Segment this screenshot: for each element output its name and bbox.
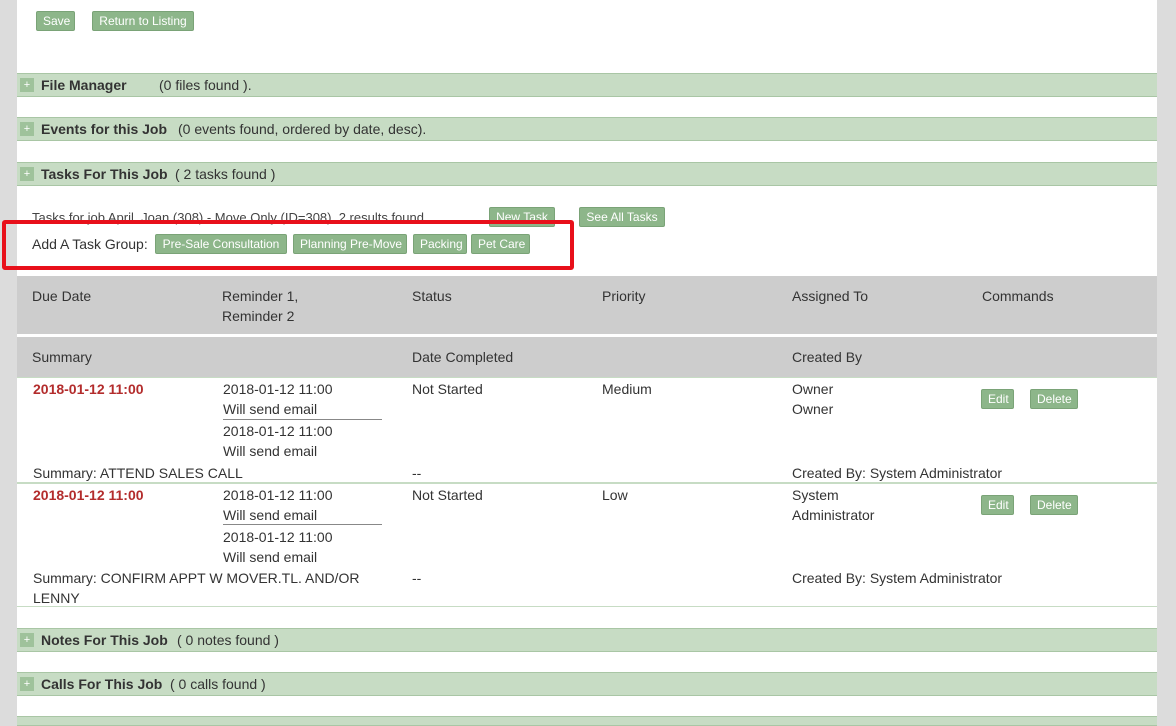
delete-button[interactable]: Delete [1030, 495, 1078, 515]
reminder-2-date: 2018-01-12 11:00 [223, 529, 333, 545]
section-count: (0 files found ). [159, 77, 252, 93]
notes-section[interactable]: + Notes For This Job ( 0 notes found ) [17, 628, 1157, 652]
page-sheet: Save Return to Listing + File Manager (0… [17, 0, 1157, 726]
table-header-secondary: Summary Date Completed Created By [17, 337, 1157, 377]
calls-section[interactable]: + Calls For This Job ( 0 calls found ) [17, 672, 1157, 696]
section-count: ( 0 calls found ) [170, 676, 266, 692]
header-status: Status [412, 288, 452, 304]
row-divider [17, 606, 1157, 607]
edit-button[interactable]: Edit [981, 495, 1014, 515]
summary-text-cont: LENNY [33, 590, 80, 606]
status: Not Started [412, 381, 483, 397]
tasks-section[interactable]: + Tasks For This Job ( 2 tasks found ) [17, 162, 1157, 186]
status: Not Started [412, 487, 483, 503]
section-count: ( 2 tasks found ) [175, 166, 276, 182]
summary-text: Summary: CONFIRM APPT W MOVER.TL. AND/OR [33, 570, 360, 586]
header-assigned-to: Assigned To [792, 288, 869, 304]
date-completed: -- [412, 570, 422, 586]
assigned-to-line2: Administrator [792, 507, 875, 523]
header-date-completed: Date Completed [412, 349, 514, 365]
delete-button[interactable]: Delete [1030, 389, 1078, 409]
next-section-bar [17, 716, 1157, 726]
date-completed: -- [412, 465, 422, 481]
due-date: 2018-01-12 11:00 [33, 487, 144, 503]
summary-text: Summary: ATTEND SALES CALL [33, 465, 243, 481]
reminder-1-note: Will send email [223, 401, 318, 417]
expand-plus-icon[interactable]: + [20, 78, 34, 92]
expand-plus-icon[interactable]: + [20, 633, 34, 647]
expand-plus-icon[interactable]: + [20, 677, 34, 691]
expand-plus-icon[interactable]: + [20, 122, 34, 136]
header-due-date: Due Date [32, 288, 92, 304]
return-to-listing-button[interactable]: Return to Listing [92, 11, 194, 31]
section-count: ( 0 notes found ) [177, 632, 279, 648]
created-by: Created By: System Administrator [792, 465, 1003, 481]
section-title: Tasks For This Job [41, 166, 168, 182]
reminder-1-note: Will send email [223, 507, 318, 523]
priority: Low [602, 487, 628, 503]
reminder-divider [223, 524, 382, 525]
assigned-to-line1: Owner [792, 381, 834, 397]
row-divider [17, 377, 1157, 378]
section-title: Events for this Job [41, 121, 168, 137]
section-title: File Manager [41, 77, 127, 93]
see-all-tasks-button[interactable]: See All Tasks [579, 207, 665, 227]
reminder-2-date: 2018-01-12 11:00 [223, 423, 333, 439]
created-by: Created By: System Administrator [792, 570, 1003, 586]
priority: Medium [602, 381, 652, 397]
save-button[interactable]: Save [36, 11, 75, 31]
highlight-box [2, 220, 574, 270]
reminder-divider [223, 419, 382, 420]
file-manager-section[interactable]: + File Manager (0 files found ). [17, 73, 1157, 97]
header-created-by: Created By [792, 349, 863, 365]
expand-plus-icon[interactable]: + [20, 167, 34, 181]
due-date: 2018-01-12 11:00 [33, 381, 144, 397]
assigned-to-line1: System [792, 487, 839, 503]
table-header-primary: Due Date Reminder 1, Reminder 2 Status P… [17, 276, 1157, 334]
header-priority: Priority [602, 288, 646, 304]
reminder-1-date: 2018-01-12 11:00 [223, 487, 333, 503]
header-reminder-2: Reminder 2 [222, 308, 295, 324]
reminder-2-note: Will send email [223, 443, 318, 459]
header-summary: Summary [32, 349, 92, 365]
row-divider [17, 482, 1157, 484]
events-section[interactable]: + Events for this Job (0 events found, o… [17, 117, 1157, 141]
edit-button[interactable]: Edit [981, 389, 1014, 409]
section-title: Notes For This Job [41, 632, 168, 648]
reminder-1-date: 2018-01-12 11:00 [223, 381, 333, 397]
header-reminder-1: Reminder 1, [222, 288, 299, 304]
assigned-to-line2: Owner [792, 401, 834, 417]
header-commands: Commands [982, 288, 1054, 304]
section-count: (0 events found, ordered by date, desc). [178, 121, 427, 137]
section-title: Calls For This Job [41, 676, 163, 692]
reminder-2-note: Will send email [223, 549, 318, 565]
